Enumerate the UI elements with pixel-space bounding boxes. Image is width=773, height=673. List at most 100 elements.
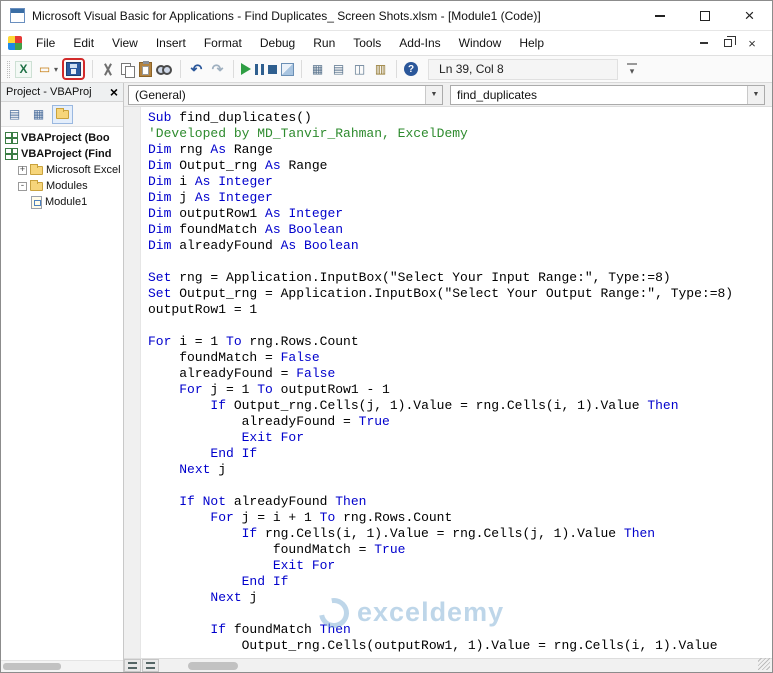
- reset-icon[interactable]: [268, 64, 278, 74]
- tree-item-microsoft-excel[interactable]: + Microsoft Excel: [1, 162, 123, 178]
- cut-icon[interactable]: [100, 62, 115, 77]
- code-line[interactable]: If foundMatch Then: [148, 622, 772, 638]
- tree-item-modules[interactable]: - Modules: [1, 178, 123, 194]
- code-line[interactable]: Dim foundMatch As Boolean: [148, 222, 772, 238]
- code-line[interactable]: Output_rng.Cells(outputRow1, 1).Value = …: [148, 638, 772, 654]
- collapse-icon[interactable]: -: [18, 181, 27, 191]
- minimize-icon: [654, 14, 665, 17]
- menu-debug[interactable]: Debug: [251, 33, 304, 53]
- code-line[interactable]: If rng.Cells(i, 1).Value = rng.Cells(j, …: [148, 526, 772, 542]
- project-explorer-icon[interactable]: ▦: [309, 61, 326, 78]
- toggle-folders-icon[interactable]: [52, 104, 73, 124]
- code-line[interactable]: [148, 478, 772, 494]
- menu-items: File Edit View Insert Format Debug Run Tools Add…: [27, 33, 553, 53]
- project-panel-close-button[interactable]: ×: [110, 85, 118, 99]
- code-line[interactable]: End If: [148, 574, 772, 590]
- procedure-dropdown[interactable]: find_duplicates ▼: [450, 84, 765, 105]
- paste-icon[interactable]: [139, 60, 153, 77]
- code-line[interactable]: [148, 318, 772, 334]
- mdi-close-button[interactable]: ×: [742, 35, 762, 52]
- full-module-view-button[interactable]: [142, 659, 159, 672]
- code-line[interactable]: End If: [148, 446, 772, 462]
- save-icon[interactable]: [66, 62, 82, 76]
- code-line[interactable]: For i = 1 To rng.Rows.Count: [148, 334, 772, 350]
- code-header-row: (General) ▼ find_duplicates ▼: [124, 83, 772, 107]
- view-code-icon[interactable]: ▤: [4, 105, 25, 124]
- run-icon[interactable]: [241, 63, 252, 75]
- menu-format[interactable]: Format: [195, 33, 251, 53]
- minimize-button[interactable]: [637, 1, 682, 30]
- code-line[interactable]: Exit For: [148, 430, 772, 446]
- code-line[interactable]: Set rng = Application.InputBox("Select Y…: [148, 270, 772, 286]
- code-line[interactable]: If Output_rng.Cells(j, 1).Value = rng.Ce…: [148, 398, 772, 414]
- code-line[interactable]: foundMatch = False: [148, 350, 772, 366]
- menu-run[interactable]: Run: [304, 33, 344, 53]
- resize-grip[interactable]: [758, 658, 770, 670]
- menu-add-ins[interactable]: Add-Ins: [390, 33, 449, 53]
- toolbar-grip[interactable]: [7, 60, 10, 78]
- maximize-button[interactable]: [682, 1, 727, 30]
- mdi-minimize-button[interactable]: [694, 35, 714, 52]
- code-hscrollbar[interactable]: [160, 659, 772, 672]
- code-line[interactable]: alreadyFound = True: [148, 414, 772, 430]
- break-icon[interactable]: [255, 63, 265, 75]
- undo-icon[interactable]: ↶: [188, 61, 205, 78]
- menu-insert[interactable]: Insert: [147, 33, 195, 53]
- code-text[interactable]: Sub find_duplicates() 'Developed by MD_Ta…: [148, 110, 772, 658]
- copy-icon[interactable]: [119, 62, 136, 78]
- view-object-icon[interactable]: ▦: [28, 105, 49, 124]
- dropdown-arrow-icon[interactable]: ▼: [747, 85, 764, 104]
- expand-icon[interactable]: +: [18, 165, 27, 175]
- close-button[interactable]: ×: [727, 1, 772, 30]
- code-line[interactable]: If Not alreadyFound Then: [148, 494, 772, 510]
- menu-help[interactable]: Help: [510, 33, 553, 53]
- code-line[interactable]: Dim rng As Range: [148, 142, 772, 158]
- toolbox-icon[interactable]: ▥: [372, 61, 389, 78]
- mdi-restore-button[interactable]: [718, 35, 738, 52]
- procedure-view-button[interactable]: [124, 659, 141, 672]
- code-line[interactable]: For j = 1 To outputRow1 - 1: [148, 382, 772, 398]
- menu-window[interactable]: Window: [450, 33, 511, 53]
- code-line[interactable]: Dim alreadyFound As Boolean: [148, 238, 772, 254]
- toolbar-overflow-button[interactable]: ▾: [624, 62, 640, 76]
- help-icon[interactable]: ?: [404, 62, 419, 76]
- menu-edit[interactable]: Edit: [64, 33, 103, 53]
- tree-item-vbaproject-find[interactable]: VBAProject (Find: [1, 146, 123, 162]
- code-line[interactable]: [148, 606, 772, 622]
- code-line[interactable]: alreadyFound = False: [148, 366, 772, 382]
- code-line[interactable]: Dim i As Integer: [148, 174, 772, 190]
- properties-window-icon[interactable]: ▤: [330, 61, 347, 78]
- insert-userform-dropdown-arrow[interactable]: ▾: [54, 65, 58, 74]
- insert-userform-icon[interactable]: ▭: [36, 61, 53, 78]
- code-editor[interactable]: Sub find_duplicates() 'Developed by MD_Ta…: [124, 107, 772, 658]
- dropdown-arrow-icon[interactable]: ▼: [425, 85, 442, 104]
- code-line[interactable]: For j = i + 1 To rng.Rows.Count: [148, 510, 772, 526]
- code-line[interactable]: foundMatch = True: [148, 542, 772, 558]
- code-line[interactable]: Next j: [148, 590, 772, 606]
- design-mode-icon[interactable]: [281, 62, 295, 76]
- menu-file[interactable]: File: [27, 33, 64, 53]
- standard-toolbar: X ▭ ▾ ↶ ↷ ▦ ▤ ◫ ▥? Ln 39, Col 8 ▾: [1, 56, 772, 83]
- code-line[interactable]: Dim Output_rng As Range: [148, 158, 772, 174]
- code-line[interactable]: outputRow1 = 1: [148, 302, 772, 318]
- menu-view[interactable]: View: [103, 33, 147, 53]
- code-line[interactable]: Set Output_rng = Application.InputBox("S…: [148, 286, 772, 302]
- menu-tools[interactable]: Tools: [344, 33, 390, 53]
- code-line[interactable]: Exit For: [148, 558, 772, 574]
- code-line[interactable]: [148, 254, 772, 270]
- find-icon[interactable]: [156, 62, 173, 77]
- object-dropdown[interactable]: (General) ▼: [128, 84, 443, 105]
- code-line[interactable]: Dim outputRow1 As Integer: [148, 206, 772, 222]
- code-hscrollbar-thumb[interactable]: [188, 662, 238, 670]
- code-line[interactable]: Dim j As Integer: [148, 190, 772, 206]
- code-line[interactable]: 'Developed by MD_Tanvir_Rahman, ExcelDem…: [148, 126, 772, 142]
- project-panel-hscrollbar[interactable]: [1, 660, 123, 672]
- redo-icon[interactable]: ↷: [209, 61, 226, 78]
- view-excel-icon[interactable]: X: [15, 60, 32, 78]
- tree-item-module1[interactable]: Module1: [1, 194, 123, 210]
- object-browser-icon[interactable]: ◫: [351, 61, 368, 78]
- code-line[interactable]: Next j: [148, 462, 772, 478]
- project-panel-hscrollbar-thumb[interactable]: [3, 663, 61, 670]
- code-line[interactable]: Sub find_duplicates(): [148, 110, 772, 126]
- tree-item-vbaproject-boo[interactable]: VBAProject (Boo: [1, 130, 123, 146]
